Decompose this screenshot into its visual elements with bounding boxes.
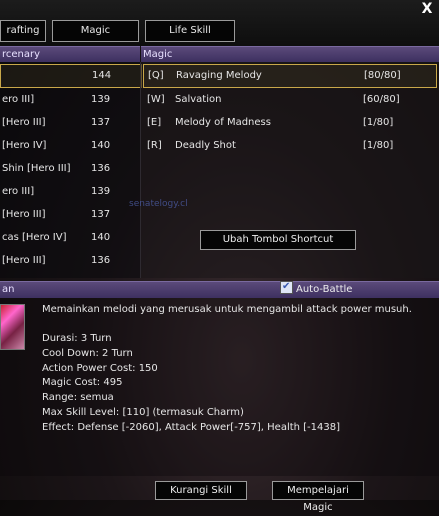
mercenary-level: 139 [91, 186, 111, 197]
mercenary-name: [Hero III] [2, 117, 46, 128]
magic-row[interactable]: [E] Melody of Madness [1/80] [143, 112, 435, 134]
magic-hotkey: [E] [147, 117, 162, 128]
change-shortcut-button[interactable]: Ubah Tombol Shortcut [200, 230, 356, 250]
mercenary-name: Shin [Hero III] [2, 163, 71, 174]
tab-crafting[interactable]: rafting [0, 20, 46, 42]
stat-range: Range: semua [42, 392, 114, 404]
stat-magic-cost: Magic Cost: 495 [42, 377, 123, 389]
mercenary-level: 140 [91, 140, 111, 151]
mercenary-name: [Hero III] [2, 209, 46, 220]
stat-max-skill-level: Max Skill Level: [110] (termasuk Charm) [42, 406, 244, 418]
mercenary-row[interactable]: cas [Hero IV] 140 [0, 227, 140, 249]
mercenary-row[interactable]: ero III] 139 [0, 89, 140, 111]
mercenary-level: 137 [91, 209, 111, 220]
mercenary-header: rcenary [0, 46, 140, 62]
mercenary-level: 139 [91, 94, 111, 105]
skill-detail-header: an [0, 281, 439, 298]
auto-battle-toggle[interactable]: Auto-Battle [280, 279, 353, 297]
reduce-skill-button[interactable]: Kurangi Skill [155, 481, 247, 500]
auto-battle-label: Auto-Battle [296, 284, 353, 295]
magic-hotkey: [W] [147, 94, 165, 105]
magic-name: Ravaging Melody [176, 70, 262, 81]
close-icon[interactable]: X [419, 1, 435, 17]
mercenary-level: 136 [91, 163, 111, 174]
skill-description: Memainkan melodi yang merusak untuk meng… [42, 304, 412, 315]
mercenary-level: 136 [91, 255, 111, 266]
magic-row[interactable]: [Q] Ravaging Melody [80/80] [143, 64, 437, 88]
mercenary-name: cas [Hero IV] [2, 232, 67, 243]
mercenary-row[interactable]: ero III] 139 [0, 181, 140, 203]
skill-icon [0, 304, 25, 350]
magic-hotkey: [Q] [148, 70, 164, 81]
magic-uses: [1/80] [363, 140, 394, 151]
magic-name: Salvation [175, 94, 222, 105]
mercenary-row[interactable]: [Hero IV] 140 [0, 135, 140, 157]
stat-cooldown: Cool Down: 2 Turn [42, 347, 133, 359]
watermark-text: senatelogy.cl [129, 199, 188, 209]
magic-uses: [1/80] [363, 117, 394, 128]
mercenary-row[interactable]: [Hero III] 136 [0, 250, 140, 272]
mercenary-level: 140 [91, 232, 111, 243]
stat-effect: Effect: Defense [-2060], Attack Power[-7… [42, 421, 341, 433]
magic-uses: [60/80] [363, 94, 400, 105]
learn-magic-button[interactable]: Mempelajari Magic [272, 481, 364, 513]
mercenary-level: 137 [91, 117, 111, 128]
mercenary-row[interactable]: Shin [Hero III] 136 [0, 158, 140, 180]
mercenary-name: [Hero IV] [2, 140, 47, 151]
mercenary-name: [Hero III] [2, 255, 46, 266]
mercenary-row[interactable]: [Hero III] 137 [0, 112, 140, 134]
checkbox-checked-icon[interactable] [280, 279, 293, 295]
stat-action-power-cost: Action Power Cost: 150 [42, 362, 158, 374]
magic-name: Deadly Shot [175, 140, 236, 151]
magic-header: Magic [141, 46, 439, 62]
tab-life-skill[interactable]: Life Skill [145, 20, 235, 42]
mercenary-row[interactable]: [Hero III] 137 [0, 204, 140, 226]
mercenary-name: ero III] [2, 186, 35, 197]
mercenary-list: 144 ero III] 139 [Hero III] 137 [Hero IV… [0, 62, 142, 278]
skill-stats: Durasi: 3 Turn Cool Down: 2 Turn Action … [42, 332, 432, 436]
magic-hotkey: [R] [147, 140, 162, 151]
mercenary-name: ero III] [2, 94, 35, 105]
magic-row[interactable]: [W] Salvation [60/80] [143, 89, 435, 111]
tab-magic[interactable]: Magic [52, 20, 139, 42]
mercenary-level: 144 [92, 70, 112, 81]
magic-row[interactable]: [R] Deadly Shot [1/80] [143, 135, 435, 157]
magic-name: Melody of Madness [175, 117, 271, 128]
mercenary-row[interactable]: 144 [0, 64, 142, 88]
magic-uses: [80/80] [364, 70, 401, 81]
stat-duration: Durasi: 3 Turn [42, 333, 112, 344]
